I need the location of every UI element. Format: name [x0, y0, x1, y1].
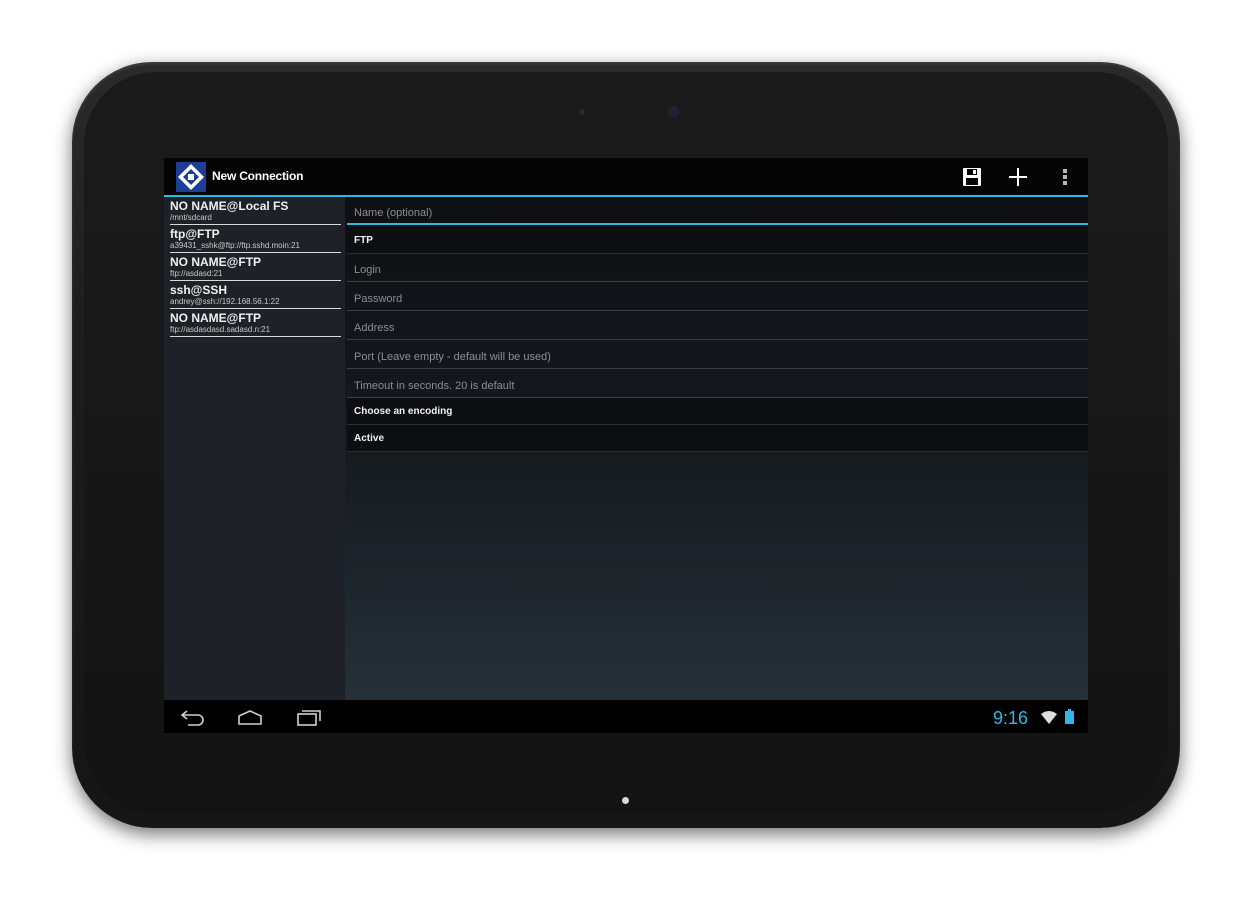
app-logo-diamond-icon[interactable] — [176, 162, 206, 192]
save-disk-icon[interactable] — [961, 166, 983, 188]
connection-name: NO NAME@FTP — [170, 255, 262, 269]
timeout-field[interactable]: Timeout in seconds. 20 is default — [347, 371, 1088, 398]
password-field[interactable]: Password — [347, 284, 1088, 311]
connections-sidebar: NO NAME@Local FS /mnt/sdcard ftp@FTP a39… — [164, 197, 345, 700]
front-camera — [669, 107, 678, 116]
plus-icon[interactable] — [1007, 166, 1029, 188]
status-clock: 9:16 — [993, 708, 1029, 728]
login-field[interactable]: Login — [347, 255, 1088, 282]
connection-list-item[interactable]: ftp@FTP a39431_sshk@ftp://ftp.sshd.moin:… — [170, 225, 341, 253]
connection-list-item[interactable]: NO NAME@Local FS /mnt/sdcard — [170, 197, 341, 225]
back-icon[interactable] — [178, 708, 206, 726]
address-field[interactable]: Address — [347, 313, 1088, 340]
connection-list-item[interactable]: ssh@SSH andrey@ssh://192.168.56.1:22 — [170, 281, 341, 309]
connection-name: ssh@SSH — [170, 283, 228, 297]
name-field[interactable]: Name (optional) — [347, 198, 1088, 225]
wifi-icon — [1041, 711, 1057, 724]
connection-path: ftp://asdasdasd.sadasd.n:21 — [170, 325, 271, 334]
connection-name: NO NAME@FTP — [170, 311, 262, 325]
tablet-screen: New Connection NO NAME@Local FS /mnt/sdc… — [164, 158, 1088, 733]
connection-path: a39431_sshk@ftp://ftp.sshd.moin:21 — [170, 241, 300, 250]
light-sensor — [579, 109, 585, 115]
overflow-menu-icon[interactable] — [1054, 166, 1076, 188]
encoding-spinner[interactable]: Choose an encoding — [347, 398, 1088, 425]
action-bar: New Connection — [164, 158, 1088, 197]
connection-list-item[interactable]: NO NAME@FTP ftp://asdasd:21 — [170, 253, 341, 281]
page-title: New Connection — [212, 169, 304, 183]
system-navigation-bar: 9:16 — [164, 700, 1088, 733]
connection-path: /mnt/sdcard — [170, 213, 212, 222]
protocol-spinner[interactable]: FTP — [347, 227, 1088, 254]
connection-name: NO NAME@Local FS — [170, 199, 289, 213]
connection-path: ftp://asdasd:21 — [170, 269, 223, 278]
connection-list-item[interactable]: NO NAME@FTP ftp://asdasdasd.sadasd.n:21 — [170, 309, 341, 337]
mode-spinner[interactable]: Active — [347, 425, 1088, 452]
home-icon[interactable] — [236, 708, 264, 726]
connection-path: andrey@ssh://192.168.56.1:22 — [170, 297, 280, 306]
port-field[interactable]: Port (Leave empty - default will be used… — [347, 342, 1088, 369]
connection-form: Name (optional) FTP Login Password Addre… — [345, 197, 1088, 700]
connection-name: ftp@FTP — [170, 227, 220, 241]
recents-icon[interactable] — [295, 708, 323, 726]
notification-led — [622, 797, 629, 804]
battery-icon — [1065, 709, 1074, 724]
